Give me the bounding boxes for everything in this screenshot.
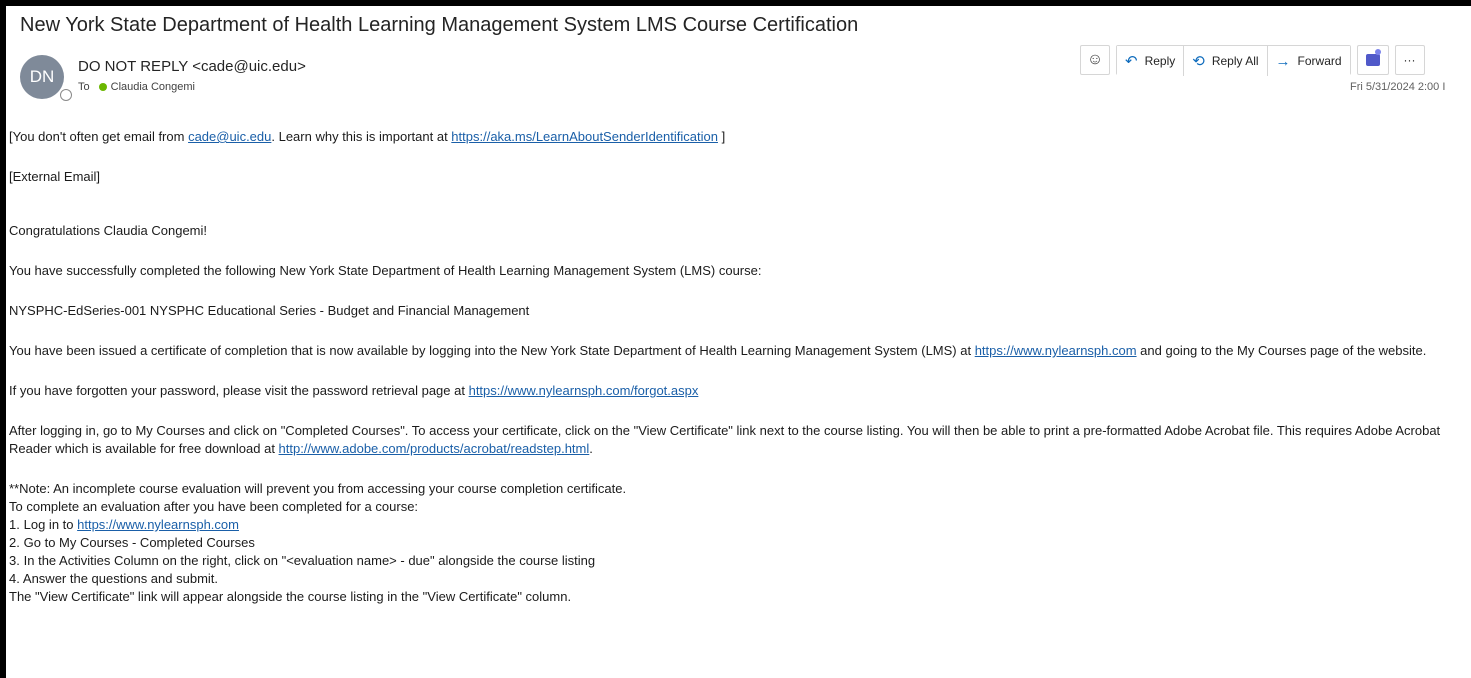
presence-dot-icon (98, 83, 107, 91)
after-text-post: . (589, 441, 593, 456)
step-number: 4. (9, 571, 20, 586)
view-certificate-note: The "View Certificate" link will appear … (9, 589, 572, 604)
certificate-issued-paragraph: You have been issued a certificate of co… (9, 342, 1469, 360)
evaluation-intro: To complete an evaluation after you have… (9, 499, 419, 514)
forward-icon: → (1275, 52, 1291, 70)
to-label: To (78, 81, 90, 93)
message-toolbar: ☺ ↶ Reply ⟲ Reply All → Forward ··· (1080, 45, 1425, 76)
forgot-password-line: If you have forgotten your password, ple… (9, 382, 1469, 400)
list-item: 4. Answer the questions and submit. (9, 570, 1469, 588)
adobe-reader-link[interactable]: http://www.adobe.com/products/acrobat/re… (279, 441, 590, 456)
course-name: NYSPHC-EdSeries-001 NYSPHC Educational S… (9, 303, 530, 318)
presence-status-icon (60, 89, 72, 101)
reply-all-button[interactable]: ⟲ Reply All (1184, 46, 1268, 76)
step-text: Go to My Courses - Completed Courses (23, 535, 255, 550)
forgot-text-pre: If you have forgotten your password, ple… (9, 383, 469, 398)
evaluation-steps: 1. Log in to https://www.nylearnsph.com … (9, 516, 1469, 588)
forward-button[interactable]: → Forward (1267, 46, 1350, 76)
warning-text-mid: . Learn why this is important at (271, 129, 452, 144)
recipient-line: To Claudia Congemi (78, 81, 195, 93)
sender-identification-link[interactable]: https://aka.ms/LearnAboutSenderIdentific… (451, 129, 718, 144)
step-text: In the Activities Column on the right, c… (23, 553, 596, 568)
after-text-pre: After logging in, go to My Courses and c… (9, 423, 1441, 456)
step-number: 2. (9, 535, 20, 550)
step-number: 1. (9, 517, 20, 532)
congratulations-line: Congratulations Claudia Congemi! (9, 223, 208, 238)
emoji-react-button[interactable]: ☺ (1080, 45, 1110, 75)
teams-icon (1365, 49, 1381, 66)
email-subject: New York State Department of Health Lear… (20, 14, 859, 36)
received-date: Fri 5/31/2024 2:00 I (1350, 81, 1446, 93)
reply-icon: ↶ (1125, 52, 1138, 70)
warning-text-post: ] (717, 129, 726, 144)
sender-address[interactable]: DO NOT REPLY <cade@uic.edu> (78, 58, 306, 75)
avatar[interactable]: DN (20, 55, 64, 99)
email-body: [You don't often get email from cade@uic… (9, 128, 1469, 606)
external-email-tag: [External Email] (9, 169, 101, 184)
list-item: 1. Log in to https://www.nylearnsph.com (9, 516, 1469, 534)
reply-button-group: ↶ Reply ⟲ Reply All → Forward (1116, 45, 1351, 76)
teams-share-button[interactable] (1356, 45, 1389, 75)
window-left-border (0, 0, 6, 678)
list-item: 2. Go to My Courses - Completed Courses (9, 534, 1469, 552)
reply-all-label: Reply All (1211, 54, 1259, 68)
more-icon: ··· (1403, 53, 1416, 67)
sender-warning: [You don't often get email from cade@uic… (9, 128, 1469, 146)
nylearnsph-link[interactable]: https://www.nylearnsph.com (975, 343, 1137, 358)
issued-text-pre: You have been issued a certificate of co… (9, 343, 975, 358)
more-actions-button[interactable]: ··· (1394, 45, 1425, 75)
issued-text-post: and going to the My Courses page of the … (1136, 343, 1427, 358)
smiley-icon: ☺ (1086, 51, 1104, 68)
evaluation-note: **Note: An incomplete course evaluation … (9, 481, 627, 496)
warning-email-link[interactable]: cade@uic.edu (188, 129, 271, 144)
forgot-password-link[interactable]: https://www.nylearnsph.com/forgot.aspx (469, 383, 699, 398)
step-text: Answer the questions and submit. (22, 571, 219, 586)
step-number: 3. (9, 553, 20, 568)
warning-text-pre: [You don't often get email from (9, 129, 189, 144)
window-top-border (0, 0, 1471, 6)
step-text: Log in to (23, 517, 78, 532)
reply-button[interactable]: ↶ Reply (1117, 46, 1185, 76)
reply-all-icon: ⟲ (1192, 52, 1205, 70)
reply-label: Reply (1144, 54, 1176, 68)
login-link[interactable]: https://www.nylearnsph.com (77, 517, 239, 532)
after-login-paragraph: After logging in, go to My Courses and c… (9, 422, 1469, 458)
completed-line: You have successfully completed the foll… (9, 263, 762, 278)
list-item: 3. In the Activities Column on the right… (9, 552, 1469, 570)
forward-label: Forward (1297, 54, 1342, 68)
recipient-name[interactable]: Claudia Congemi (111, 81, 195, 93)
